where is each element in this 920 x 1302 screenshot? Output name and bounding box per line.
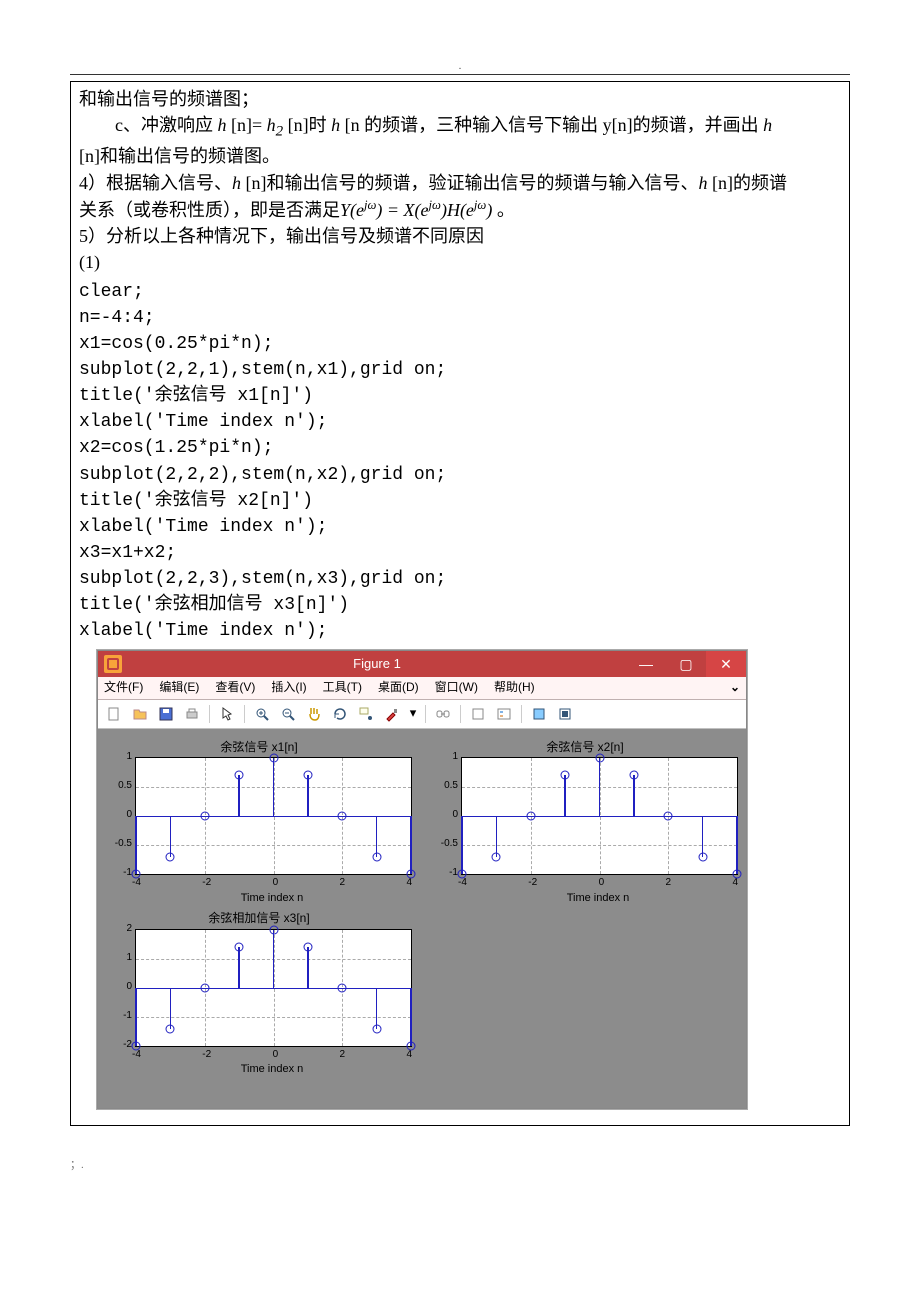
y-axis-ticks: 10.50-0.5-1 xyxy=(432,757,461,873)
menu-view[interactable]: 查看(V) xyxy=(215,679,255,696)
menubar[interactable]: 文件(F) 编辑(E) 查看(V) 插入(I) 工具(T) 桌面(D) 窗口(W… xyxy=(98,677,746,699)
maximize-button[interactable]: ▢ xyxy=(666,651,706,677)
plot-area: 余弦信号 x1[n]10.50-0.5-1-4-2024Time index n… xyxy=(98,729,746,1109)
x-axis-ticks: -4-2024 xyxy=(132,1047,412,1063)
titlebar[interactable]: Figure 1 — ▢ ✕ xyxy=(98,651,746,677)
plot-title: 余弦信号 x2[n] xyxy=(432,739,738,756)
menu-insert[interactable]: 插入(I) xyxy=(271,679,306,696)
text-line: (1) xyxy=(79,249,841,275)
close-button[interactable]: ✕ xyxy=(706,651,746,677)
toolbar[interactable]: ▾ xyxy=(98,700,746,729)
x-axis-label: Time index n xyxy=(458,891,738,907)
text-line: c、冲激响应 h [n]= h2 [n]时 h [n 的频谱，三种输入信号下输出… xyxy=(79,112,841,143)
menu-desktop[interactable]: 桌面(D) xyxy=(378,679,419,696)
t: [n]的频谱 xyxy=(708,173,788,193)
axes-icon[interactable] xyxy=(554,703,576,725)
y-axis-ticks: 10.50-0.5-1 xyxy=(106,757,135,873)
menu-edit[interactable]: 编辑(E) xyxy=(159,679,199,696)
t: 4）根据输入信号、 xyxy=(79,173,232,193)
menu-tools[interactable]: 工具(T) xyxy=(323,679,362,696)
zoom-out-icon[interactable] xyxy=(277,703,299,725)
open-icon[interactable] xyxy=(129,703,151,725)
plot-box[interactable] xyxy=(135,929,412,1047)
plot-box[interactable] xyxy=(135,757,412,875)
new-icon[interactable] xyxy=(103,703,125,725)
rotate-icon[interactable] xyxy=(329,703,351,725)
ital-h: h xyxy=(331,115,340,135)
text-line: 和输出信号的频谱图； xyxy=(79,86,841,112)
link-icon[interactable] xyxy=(432,703,454,725)
code-block: clear; n=-4:4; x1=cos(0.25*pi*n); subplo… xyxy=(79,279,841,644)
content-box: 和输出信号的频谱图； c、冲激响应 h [n]= h2 [n]时 h [n 的频… xyxy=(70,81,850,1126)
zoom-in-icon[interactable] xyxy=(251,703,273,725)
menu-help[interactable]: 帮助(H) xyxy=(494,679,535,696)
pan-icon[interactable] xyxy=(303,703,325,725)
t: 。 xyxy=(492,200,515,220)
t: [n]和输出信号的频谱，验证输出信号的频谱与输入信号、 xyxy=(241,173,699,193)
y-axis-ticks: 210-1-2 xyxy=(106,929,135,1045)
text-line: 关系（或卷积性质），即是否满足Y(ejω) = X(ejω)H(ejω) 。 xyxy=(79,196,841,223)
menu-more-icon[interactable]: ⌄ xyxy=(730,679,740,696)
subplot: 余弦相加信号 x3[n] 210-1-2 -4-2024Time index n xyxy=(106,910,412,1078)
save-icon[interactable] xyxy=(155,703,177,725)
window-title: Figure 1 xyxy=(128,655,626,674)
t: [n]= xyxy=(227,115,267,135)
x-axis-label: Time index n xyxy=(132,1062,412,1078)
t: c、冲激响应 xyxy=(115,115,218,135)
plot-title: 余弦信号 x1[n] xyxy=(106,739,412,756)
ital-h: h xyxy=(699,173,708,193)
subplot: 余弦信号 x1[n]10.50-0.5-1 -4-2024Time index n xyxy=(106,739,412,907)
datatip-icon[interactable] xyxy=(355,703,377,725)
brush-icon[interactable] xyxy=(381,703,403,725)
figure-window: Figure 1 — ▢ ✕ 文件(F) 编辑(E) 查看(V) 插入(I) 工… xyxy=(97,650,747,1109)
x-axis-ticks: -4-2024 xyxy=(458,875,738,891)
ital-h: h xyxy=(232,173,241,193)
t: [n]时 xyxy=(283,115,331,135)
text-line: 4）根据输入信号、h [n]和输出信号的频谱，验证输出信号的频谱与输入信号、h … xyxy=(79,170,841,196)
grid-icon[interactable] xyxy=(528,703,550,725)
plot-box[interactable] xyxy=(461,757,738,875)
ital-h: h xyxy=(763,115,772,135)
x-axis-ticks: -4-2024 xyxy=(132,875,412,891)
page-header: . xyxy=(70,60,850,75)
page-footer: ；. xyxy=(70,1156,850,1172)
formula: Y(ejω) = X(ejω)H(ejω) xyxy=(340,200,492,220)
dropdown-icon[interactable]: ▾ xyxy=(407,703,419,725)
print-icon[interactable] xyxy=(181,703,203,725)
plot-title: 余弦相加信号 x3[n] xyxy=(106,910,412,927)
minimize-button[interactable]: — xyxy=(626,651,666,677)
pointer-icon[interactable] xyxy=(216,703,238,725)
t: [n 的频谱，三种输入信号下输出 y[n]的频谱，并画出 xyxy=(340,115,763,135)
legend-icon[interactable] xyxy=(493,703,515,725)
menu-window[interactable]: 窗口(W) xyxy=(435,679,478,696)
x-axis-label: Time index n xyxy=(132,891,412,907)
matlab-icon xyxy=(104,655,122,673)
text-line: [n]和输出信号的频谱图。 xyxy=(79,143,841,169)
ital-h: h xyxy=(267,115,276,135)
t: 关系（或卷积性质），即是否满足 xyxy=(79,200,340,220)
text-line: 5）分析以上各种情况下，输出信号及频谱不同原因 xyxy=(79,223,841,249)
menu-file[interactable]: 文件(F) xyxy=(104,679,143,696)
colorbar-icon[interactable] xyxy=(467,703,489,725)
figure-window-wrap: Figure 1 — ▢ ✕ 文件(F) 编辑(E) 查看(V) 插入(I) 工… xyxy=(97,650,831,1109)
subplot: 余弦信号 x2[n]10.50-0.5-1 -4-2024Time index n xyxy=(432,739,738,907)
ital-h: h xyxy=(218,115,227,135)
